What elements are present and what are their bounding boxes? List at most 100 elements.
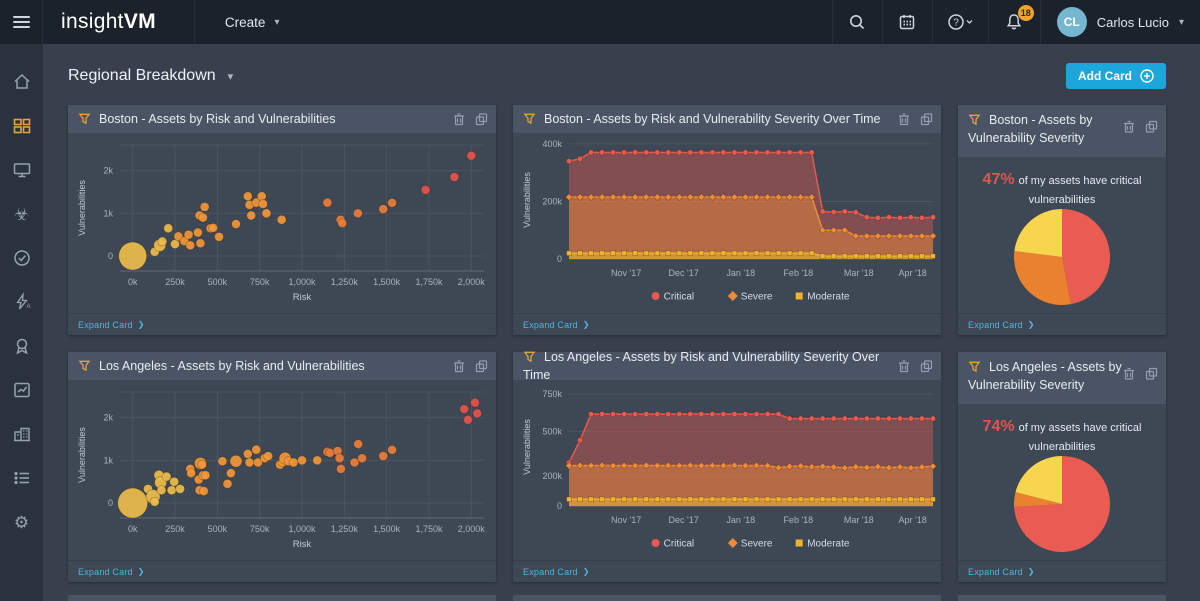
svg-text:2k: 2k (103, 166, 113, 176)
card-header-actions (453, 360, 488, 373)
svg-text:Nov '17: Nov '17 (611, 268, 641, 278)
svg-text:250k: 250k (165, 524, 185, 534)
duplicate-card-icon[interactable] (1145, 367, 1158, 380)
dashboard-card: Boston - Assets by Risk and Vulnerabilit… (68, 105, 496, 335)
sidebar-item-goals[interactable] (0, 324, 43, 368)
dashboard-card: Los Angeles - Assets by Vulnerability Se… (958, 352, 1166, 582)
svg-text:500k: 500k (208, 524, 228, 534)
logo-text-light: insight (61, 10, 124, 33)
card-title: Los Angeles - Assets by Risk and Vulnera… (523, 349, 880, 382)
svg-text:0k: 0k (128, 277, 138, 287)
notifications-button[interactable]: 18 (987, 0, 1040, 44)
svg-text:1,000k: 1,000k (288, 524, 316, 534)
card-chart-area: 0 200k 500k 750k Nov '17 Dec '17 Jan '18 Feb '1… (513, 380, 941, 560)
svg-text:1,250k: 1,250k (331, 524, 359, 534)
calendar-button[interactable] (881, 0, 932, 44)
svg-text:200k: 200k (542, 196, 562, 206)
expand-card-link[interactable]: Expand Card ❯ (513, 313, 941, 335)
svg-text:2,000k: 2,000k (458, 277, 486, 287)
sidebar-item-automation[interactable]: A (0, 280, 43, 324)
chart-box-icon (13, 382, 30, 398)
svg-text:750k: 750k (250, 277, 270, 287)
filter-funnel-icon (78, 360, 91, 372)
check-circle-icon (13, 250, 30, 266)
sidebar-item-vulnerabilities[interactable]: ☣ (0, 192, 43, 236)
sidebar-item-policies[interactable] (0, 236, 43, 280)
home-icon (13, 73, 30, 89)
monitor-icon (13, 163, 30, 178)
expand-card-link[interactable]: Expand Card ❯ (68, 560, 496, 582)
next-row-card-peek (68, 595, 496, 601)
duplicate-card-icon[interactable] (475, 113, 488, 126)
svg-text:Dec '17: Dec '17 (669, 515, 699, 525)
duplicate-card-icon[interactable] (920, 360, 933, 373)
list-icon (13, 471, 29, 485)
delete-card-icon[interactable] (898, 360, 910, 373)
plus-circle-icon (1140, 69, 1154, 83)
dashboard-title-dropdown[interactable]: Regional Breakdown ▾ (68, 67, 233, 85)
sidebar-item-administration[interactable] (0, 412, 43, 456)
search-icon (850, 15, 865, 30)
sidebar-item-home[interactable] (0, 60, 43, 104)
expand-card-link[interactable]: Expand Card ❯ (958, 560, 1166, 582)
filter-funnel-icon (523, 113, 536, 125)
sidebar-item-settings[interactable]: ⚙ (0, 500, 43, 544)
svg-text:Apr '18: Apr '18 (898, 515, 926, 525)
add-card-label: Add Card (1078, 69, 1132, 83)
svg-text:Risk: Risk (293, 539, 312, 550)
card-header: Los Angeles - Assets by Risk and Vulnera… (68, 352, 496, 380)
card-header-actions (1123, 120, 1158, 133)
app-logo[interactable]: insight VM (43, 0, 194, 44)
expand-card-link[interactable]: Expand Card ❯ (958, 313, 1166, 335)
time-series-chart: 0 200k 500k 750k Nov '17 Dec '17 Jan '18 Feb '1… (522, 389, 937, 550)
svg-text:1k: 1k (103, 455, 113, 465)
svg-text:500k: 500k (542, 426, 562, 436)
building-icon (13, 427, 30, 442)
svg-text:0: 0 (557, 501, 562, 511)
delete-card-icon[interactable] (1123, 367, 1135, 380)
delete-card-icon[interactable] (898, 113, 910, 126)
svg-text:750k: 750k (542, 389, 562, 399)
svg-text:500k: 500k (208, 277, 228, 287)
filter-funnel-icon (968, 361, 981, 373)
sidebar-item-assets[interactable] (0, 148, 43, 192)
svg-text:?: ? (953, 18, 959, 29)
avatar: CL (1056, 7, 1087, 37)
search-button[interactable] (831, 0, 882, 44)
svg-text:Moderate: Moderate (807, 292, 850, 303)
dashboard-card: Boston - Assets by Vulnerability Severit… (958, 105, 1166, 335)
expand-card-link[interactable]: Expand Card ❯ (68, 313, 496, 335)
delete-card-icon[interactable] (453, 360, 465, 373)
card-header: Boston - Assets by Risk and Vulnerabilit… (68, 105, 496, 133)
sidebar-item-reports[interactable] (0, 368, 43, 412)
scatter-chart: 0k 250k 500k 750k 1,000k 1,250k 1,500k 1,750k 2,… (77, 144, 486, 303)
user-name: Carlos Lucio (1096, 14, 1169, 30)
svg-text:Vulnerabilities: Vulnerabilities (522, 172, 532, 228)
duplicate-card-icon[interactable] (475, 360, 488, 373)
card-chart-area: 74% of my assets have critical vulnerabil… (958, 404, 1166, 552)
card-title: Boston - Assets by Risk and Vulnerabilit… (523, 110, 880, 128)
card-header-actions (1123, 367, 1158, 380)
svg-text:2,000k: 2,000k (458, 524, 486, 534)
delete-card-icon[interactable] (1123, 120, 1135, 133)
svg-text:Vulnerabilities: Vulnerabilities (77, 180, 87, 236)
hamburger-menu-button[interactable] (0, 0, 43, 44)
help-icon: ? (948, 14, 973, 30)
add-card-button[interactable]: Add Card (1066, 63, 1166, 89)
svg-text:Critical: Critical (664, 539, 695, 550)
create-menu-button[interactable]: Create ▾ (193, 0, 310, 44)
svg-text:1,750k: 1,750k (415, 277, 443, 287)
sidebar-item-dashboards[interactable] (0, 104, 43, 148)
svg-text:1,500k: 1,500k (373, 524, 401, 534)
card-header: Los Angeles - Assets by Risk and Vulnera… (513, 350, 941, 382)
user-menu-button[interactable]: CL Carlos Lucio ▾ (1039, 0, 1200, 44)
calendar-icon (899, 15, 915, 30)
sidebar-item-activity-log[interactable] (0, 456, 43, 500)
duplicate-card-icon[interactable] (1145, 120, 1158, 133)
help-button[interactable]: ? (931, 0, 988, 44)
svg-text:1,750k: 1,750k (415, 524, 443, 534)
duplicate-card-icon[interactable] (920, 113, 933, 126)
hamburger-icon (12, 16, 30, 28)
delete-card-icon[interactable] (453, 113, 465, 126)
expand-card-link[interactable]: Expand Card ❯ (513, 560, 941, 582)
